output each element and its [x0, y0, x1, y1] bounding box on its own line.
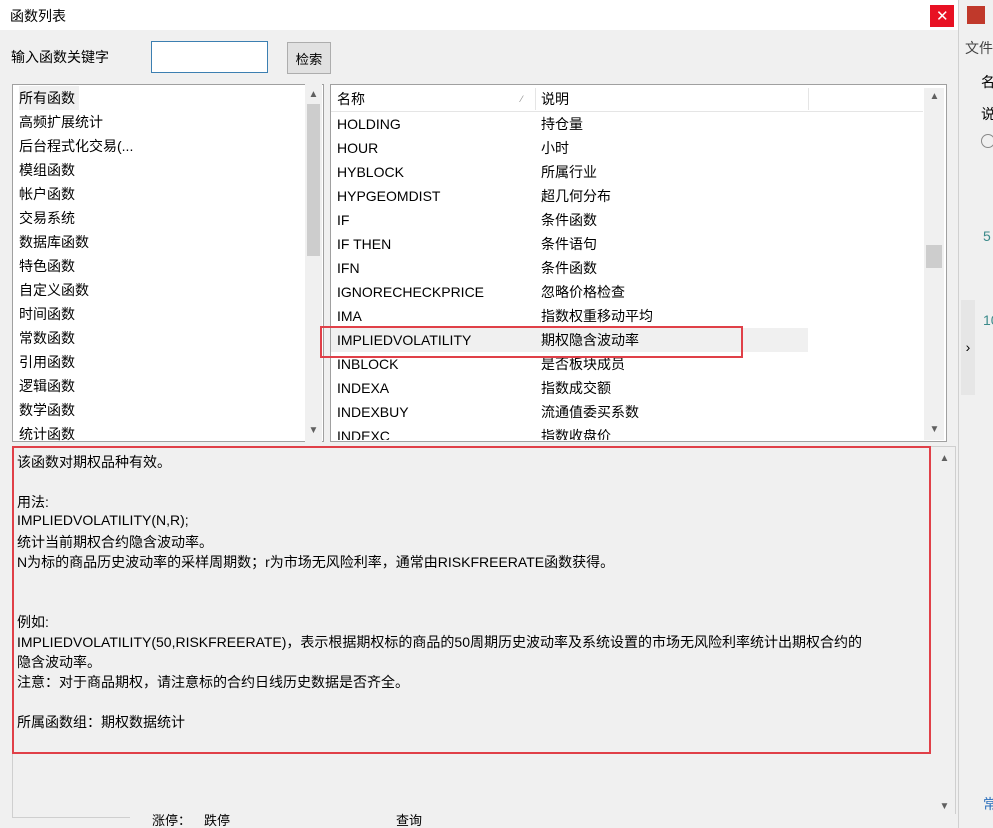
category-item[interactable]: 时间函数	[19, 302, 75, 326]
bg-value: 10	[983, 312, 993, 328]
function-desc: 条件语句	[541, 236, 597, 252]
title-bar: 函数列表	[0, 0, 958, 30]
category-item[interactable]: 数据库函数	[19, 230, 89, 254]
function-scroll-thumb[interactable]	[926, 245, 942, 268]
description-highlight-box	[12, 446, 931, 754]
app-icon	[967, 6, 985, 24]
function-row[interactable]: HYPGEOMDIST 超几何分布	[331, 184, 808, 208]
keyword-label: 输入函数关键字	[11, 49, 109, 65]
bg-value: 5	[983, 228, 991, 244]
function-name: HOUR	[337, 140, 379, 156]
category-item[interactable]: 逻辑函数	[19, 374, 75, 398]
function-row[interactable]: IF 条件函数	[331, 208, 808, 232]
radio-icon[interactable]	[981, 134, 993, 148]
function-name: HOLDING	[337, 116, 401, 132]
keyword-input[interactable]	[151, 41, 268, 73]
function-name: INDEXBUY	[337, 404, 409, 420]
category-item[interactable]: 自定义函数	[19, 278, 89, 302]
function-desc: 流通值委买系数	[541, 404, 639, 420]
column-divider[interactable]	[535, 88, 536, 110]
function-name: INDEXC	[337, 428, 390, 440]
scroll-up-icon[interactable]: ▲	[926, 88, 943, 105]
function-row[interactable]: HOLDING 持仓量	[331, 112, 808, 136]
category-item[interactable]: 高频扩展统计	[19, 110, 103, 134]
function-row[interactable]: HYBLOCK 所属行业	[331, 160, 808, 184]
function-list-dialog: 函数列表 ✕ 输入函数关键字 检索 所有函数 高频扩展统计 后台程式化交易(..…	[0, 0, 958, 828]
background-bottom-strip: 涨停： 跌停 查询	[130, 814, 958, 828]
background-app: 文件 名 说 5 10 › 常	[958, 0, 993, 828]
category-item[interactable]: 后台程式化交易(...	[19, 134, 133, 158]
scroll-down-icon[interactable]: ▼	[936, 798, 953, 815]
category-item[interactable]: 统计函数	[19, 422, 75, 441]
window-title: 函数列表	[10, 8, 66, 24]
category-item[interactable]: 常数函数	[19, 326, 75, 350]
bg-limit-down: 跌停	[204, 813, 231, 828]
function-name: HYPGEOMDIST	[337, 188, 441, 204]
function-name: IF	[337, 212, 350, 228]
category-item[interactable]: 帐户函数	[19, 182, 75, 206]
highlight-box	[320, 326, 743, 358]
function-name: IMA	[337, 308, 362, 324]
function-name: IGNORECHECKPRICE	[337, 284, 485, 300]
function-row[interactable]: HOUR 小时	[331, 136, 808, 160]
function-name: IFN	[337, 260, 360, 276]
function-desc: 忽略价格检查	[541, 284, 625, 300]
scroll-down-icon[interactable]: ▼	[926, 421, 943, 438]
column-divider[interactable]	[808, 88, 809, 110]
close-button[interactable]: ✕	[930, 5, 954, 27]
function-row[interactable]: IMA 指数权重移动平均	[331, 304, 808, 328]
menu-file[interactable]: 文件	[965, 38, 993, 58]
bg-link[interactable]: 常	[983, 794, 993, 814]
function-desc: 持仓量	[541, 116, 583, 132]
description-scrollbar[interactable]: ▲ ▼	[936, 448, 954, 818]
function-list-header: 名称 ⁄ 说明	[331, 88, 923, 112]
function-row[interactable]: INDEXC 指数收盘价	[331, 424, 808, 440]
search-button[interactable]: 检索	[287, 42, 331, 74]
function-row[interactable]: IGNORECHECKPRICE 忽略价格检查	[331, 280, 808, 304]
category-item[interactable]: 数学函数	[19, 398, 75, 422]
category-item[interactable]: 引用函数	[19, 350, 75, 374]
function-row[interactable]: IF THEN 条件语句	[331, 232, 808, 256]
category-item-all[interactable]: 所有函数	[19, 86, 79, 110]
function-desc: 指数收盘价	[541, 428, 611, 440]
column-header-name[interactable]: 名称	[337, 88, 365, 110]
category-item[interactable]: 交易系统	[19, 206, 75, 230]
bg-label: 名	[981, 74, 993, 90]
scroll-down-icon[interactable]: ▼	[305, 422, 322, 439]
bg-query-button[interactable]: 查询	[396, 814, 422, 828]
function-name: HYBLOCK	[337, 164, 404, 180]
function-row[interactable]: INDEXBUY 流通值委买系数	[331, 400, 808, 424]
function-desc: 指数权重移动平均	[541, 308, 653, 324]
category-item[interactable]: 模组函数	[19, 158, 75, 182]
bg-limit-up: 涨停：	[152, 813, 192, 828]
function-row[interactable]: IFN 条件函数	[331, 256, 808, 280]
function-desc: 指数成交额	[541, 380, 611, 396]
function-desc: 小时	[541, 140, 569, 156]
function-desc: 超几何分布	[541, 188, 611, 204]
category-item[interactable]: 特色函数	[19, 254, 75, 278]
function-name: INDEXA	[337, 380, 390, 396]
function-desc: 条件函数	[541, 260, 597, 276]
function-name: IF THEN	[337, 236, 392, 252]
category-list: 所有函数 高频扩展统计 后台程式化交易(... 模组函数 帐户函数 交易系统 数…	[12, 84, 324, 442]
column-header-desc[interactable]: 说明	[541, 88, 569, 110]
expand-chevron-icon[interactable]: ›	[961, 300, 975, 395]
category-scroll-thumb[interactable]	[307, 104, 320, 256]
function-desc: 条件函数	[541, 212, 597, 228]
scroll-up-icon[interactable]: ▲	[936, 450, 953, 467]
bg-label: 说	[981, 106, 993, 122]
function-desc: 所属行业	[541, 164, 597, 180]
sort-indicator-icon: ⁄	[521, 94, 523, 104]
function-row[interactable]: INDEXA 指数成交额	[331, 376, 808, 400]
scroll-up-icon[interactable]: ▲	[305, 86, 322, 103]
